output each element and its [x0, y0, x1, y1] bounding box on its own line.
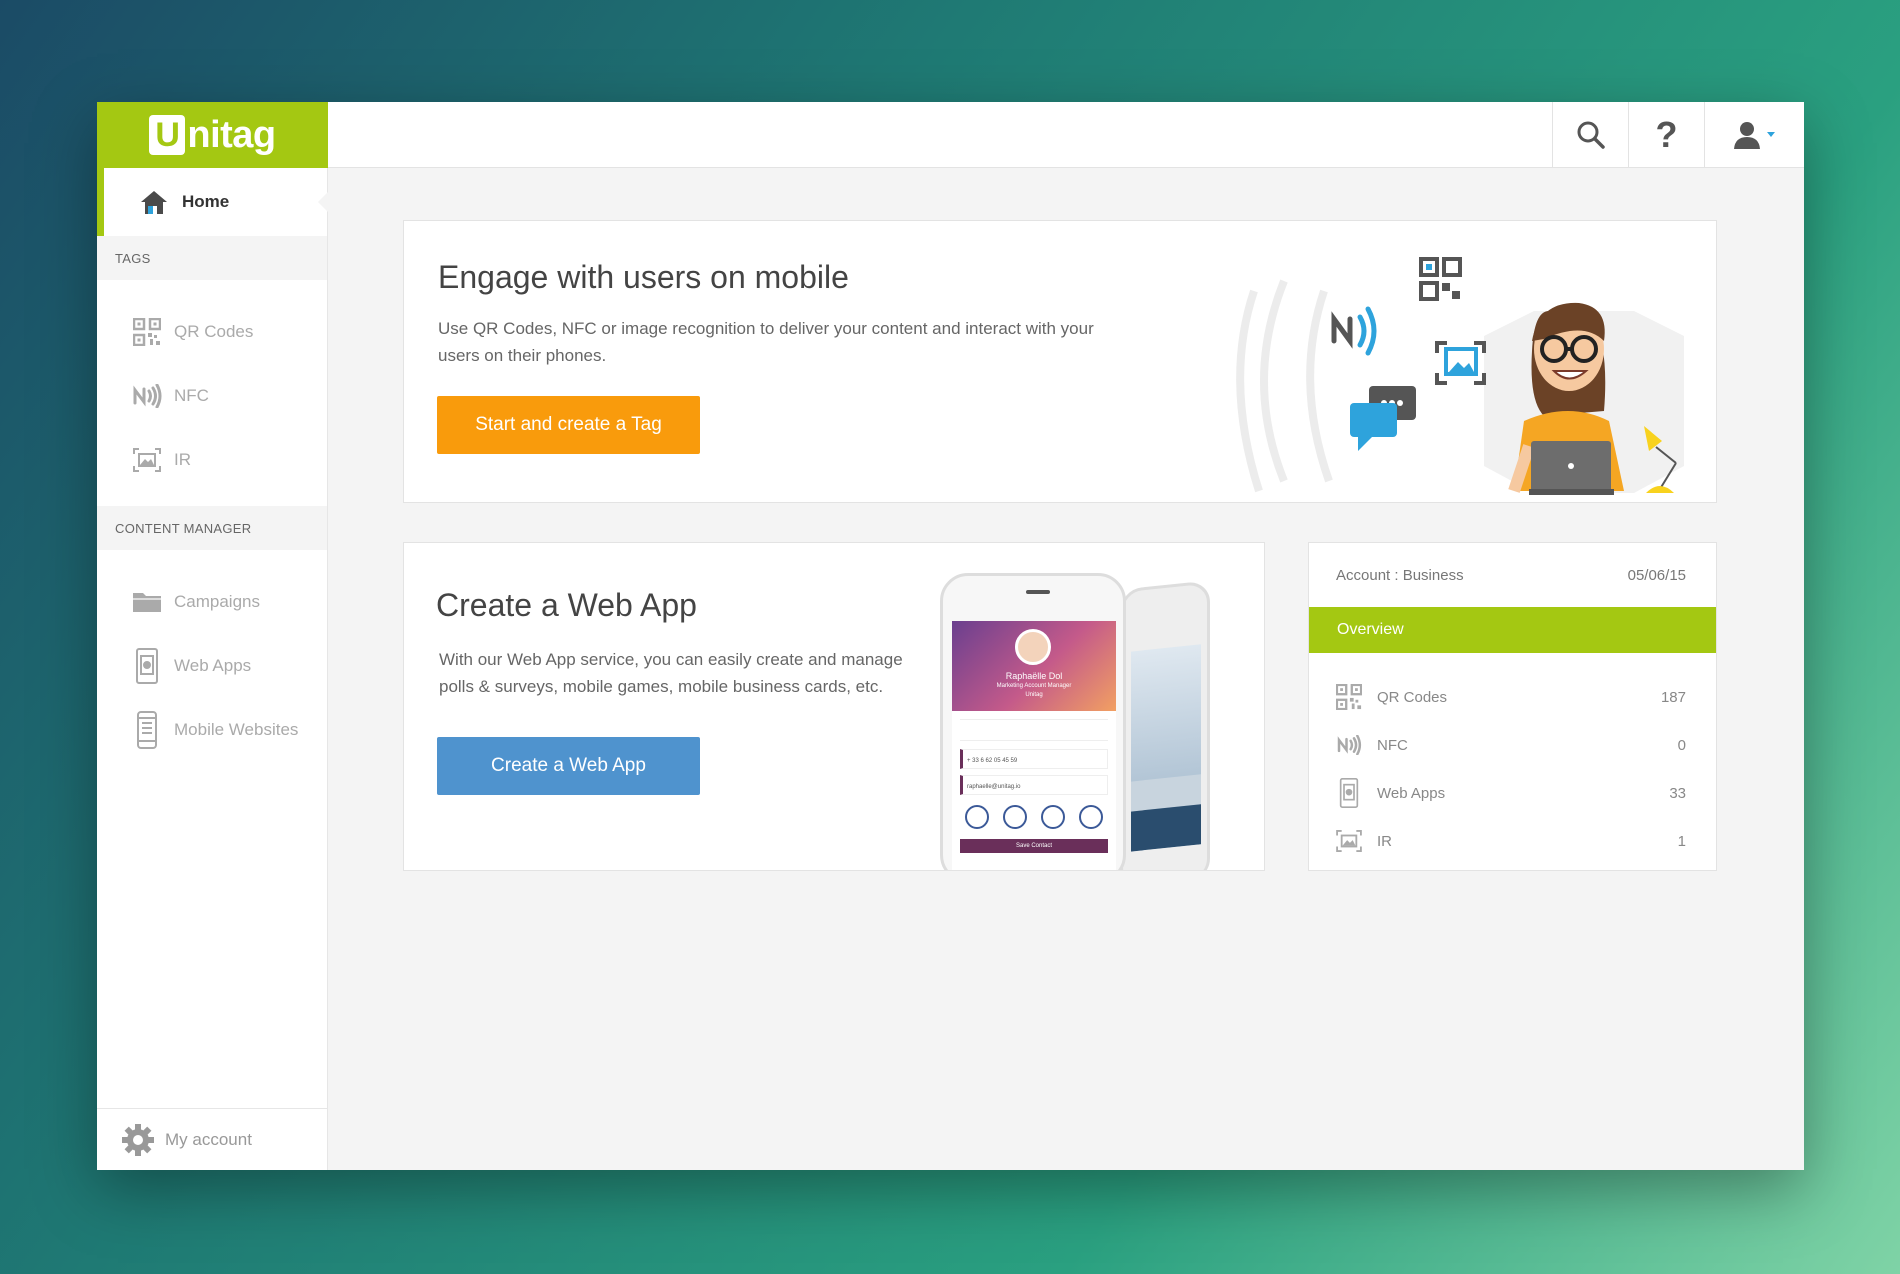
sidebar-item-label: NFC — [174, 386, 209, 405]
logo-initial: U — [149, 115, 186, 155]
engage-illustration — [1236, 257, 1684, 495]
sidebar-item-label: Campaigns — [174, 592, 260, 611]
content-nav: Campaigns Web Apps Mobile Websites — [97, 550, 327, 776]
help-icon: ? — [1655, 114, 1678, 155]
sidebar: Home TAGS QR Codes NFC IR CONTENT MANAGE… — [97, 168, 328, 1170]
logo-text: nitag — [187, 113, 276, 156]
user-icon — [1733, 122, 1775, 149]
stat-value: 33 — [1669, 784, 1686, 802]
webapp-card: Create a Web App With our Web App servic… — [403, 542, 1265, 871]
unitag-logo: U nitag — [149, 113, 276, 157]
gear-icon — [121, 1123, 155, 1157]
phone-contact-name: Raphaëlle Dol — [1005, 671, 1063, 681]
home-icon — [140, 189, 168, 215]
section-header-tags: TAGS — [97, 236, 327, 280]
sidebar-item-label: Mobile Websites — [174, 720, 299, 739]
phone-contact-email: raphaelle@unitag.io — [960, 775, 1108, 795]
top-actions: ? — [1552, 102, 1804, 168]
stat-value: 1 — [1677, 832, 1686, 850]
help-button[interactable]: ? — [1628, 102, 1704, 168]
web-app-icon — [132, 648, 162, 684]
webapp-title: Create a Web App — [436, 587, 697, 623]
stat-value: 0 — [1677, 736, 1686, 754]
phone-contact-phone: + 33 6 62 05 45 59 — [960, 749, 1108, 769]
start-create-tag-button[interactable]: Start and create a Tag — [437, 396, 700, 454]
phone-contact-role: Marketing Account Manager — [996, 683, 1072, 689]
qr-code-icon — [1335, 684, 1363, 710]
qr-code-icon — [132, 318, 162, 346]
avatar — [1015, 629, 1051, 665]
logo-bar[interactable]: U nitag — [97, 102, 328, 168]
web-app-icon — [1335, 778, 1363, 808]
account-date: 05/06/15 — [1627, 567, 1686, 584]
stat-row-qr-codes[interactable]: QR Codes 187 — [1335, 673, 1686, 721]
mobile-icon — [132, 711, 162, 749]
facebook-icon — [965, 805, 989, 829]
account-stats: QR Codes 187 NFC 0 Web Apps 33 IR 1 — [1335, 673, 1686, 865]
engage-title: Engage with users on mobile — [438, 259, 849, 295]
stat-label: IR — [1377, 832, 1392, 850]
sidebar-item-label: IR — [174, 450, 191, 469]
linkedin-icon — [1041, 805, 1065, 829]
top-bar: ? — [328, 102, 1804, 168]
phone-contact-company: Unitag — [1025, 692, 1043, 698]
my-account-link[interactable]: My account — [97, 1108, 327, 1170]
image-recognition-icon — [132, 448, 162, 472]
image-illustration-icon — [1435, 341, 1486, 385]
tab-overview[interactable]: Overview — [1309, 607, 1716, 653]
account-card: Account : Business 05/06/15 Overview QR … — [1308, 542, 1717, 871]
sidebar-item-label: Home — [182, 192, 230, 211]
stat-value: 187 — [1660, 688, 1686, 706]
stat-row-ir[interactable]: IR 1 — [1335, 817, 1686, 865]
sidebar-item-home[interactable]: Home — [97, 168, 328, 236]
section-header-content-manager: CONTENT MANAGER — [97, 506, 327, 550]
user-menu-button[interactable] — [1704, 102, 1804, 168]
sidebar-item-label: Web Apps — [174, 656, 252, 675]
app-window: U nitag ? Home TAGS QR Codes NFC IR CONT… — [97, 102, 1804, 1170]
stat-label: QR Codes — [1377, 688, 1448, 706]
search-button[interactable] — [1552, 102, 1628, 168]
sidebar-item-label: QR Codes — [174, 322, 254, 341]
my-account-label: My account — [165, 1129, 252, 1149]
phone-save-contact: Save Contact — [960, 839, 1108, 853]
sidebar-item-web-apps[interactable]: Web Apps — [97, 634, 327, 698]
search-icon — [1577, 121, 1605, 149]
stat-row-web-apps[interactable]: Web Apps 33 — [1335, 769, 1686, 817]
back-phone — [1120, 580, 1210, 870]
webapp-description: With our Web App service, you can easily… — [439, 650, 903, 696]
front-phone: Raphaëlle Dol Marketing Account Manager … — [940, 573, 1126, 870]
engage-card: Engage with users on mobile Use QR Codes… — [403, 220, 1717, 503]
image-recognition-icon — [1335, 830, 1363, 852]
phones-illustration: Raphaëlle Dol Marketing Account Manager … — [940, 573, 1240, 870]
folder-icon — [132, 590, 162, 614]
google-plus-icon — [1079, 805, 1103, 829]
nfc-icon — [1335, 735, 1363, 755]
tags-nav: QR Codes NFC IR — [97, 280, 327, 506]
qr-illustration-icon — [1419, 257, 1462, 301]
sidebar-item-nfc[interactable]: NFC — [97, 364, 327, 428]
twitter-icon — [1003, 805, 1027, 829]
stat-row-nfc[interactable]: NFC 0 — [1335, 721, 1686, 769]
social-icons — [958, 805, 1110, 829]
account-type: Account : Business — [1336, 567, 1464, 584]
sidebar-item-mobile-websites[interactable]: Mobile Websites — [97, 698, 327, 762]
sidebar-item-campaigns[interactable]: Campaigns — [97, 570, 327, 634]
account-header: Account : Business 05/06/15 — [1336, 567, 1686, 584]
sidebar-item-qr-codes[interactable]: QR Codes — [97, 300, 327, 364]
create-web-app-button[interactable]: Create a Web App — [437, 737, 700, 795]
sidebar-item-ir[interactable]: IR — [97, 428, 327, 492]
nfc-icon — [132, 384, 162, 408]
nfc-illustration-icon — [1331, 306, 1377, 356]
chat-illustration-icon — [1350, 386, 1416, 451]
stat-label: NFC — [1377, 736, 1408, 754]
engage-description: Use QR Codes, NFC or image recognition t… — [438, 319, 1094, 365]
stat-label: Web Apps — [1377, 784, 1446, 802]
